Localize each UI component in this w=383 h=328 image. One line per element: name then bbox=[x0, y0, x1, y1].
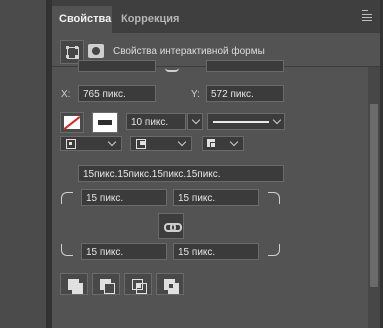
y-position-field[interactable]: 572 пикс. bbox=[206, 85, 284, 102]
top-left-radius-field[interactable]: 15 пикс. bbox=[81, 189, 167, 206]
subtract-front-shape-icon[interactable] bbox=[92, 273, 120, 295]
panel-section-title: Свойства интерактивной формы bbox=[113, 46, 265, 57]
exclude-overlap-icon[interactable] bbox=[156, 273, 184, 295]
x-label: X: bbox=[61, 89, 71, 100]
link-dimensions-icon[interactable] bbox=[165, 67, 179, 72]
combine-shapes-icon[interactable] bbox=[60, 273, 88, 295]
bottom-left-corner-icon bbox=[61, 244, 73, 256]
bottom-right-radius-field[interactable]: 15 пикс. bbox=[173, 243, 259, 260]
stroke-width-field[interactable]: 10 пикс. bbox=[126, 113, 186, 130]
height-field-clipped[interactable] bbox=[206, 60, 284, 72]
bottom-right-corner-icon bbox=[268, 244, 280, 256]
panel-menu-icon[interactable] bbox=[362, 10, 372, 21]
stroke-align-dropdown[interactable] bbox=[60, 136, 122, 151]
tab-adjustments[interactable]: Коррекция bbox=[116, 6, 206, 33]
width-field-clipped[interactable] bbox=[78, 60, 156, 72]
tab-properties[interactable]: Свойства bbox=[52, 6, 112, 33]
stroke-caps-dropdown[interactable] bbox=[130, 136, 192, 151]
y-label: Y: bbox=[191, 89, 200, 100]
intersect-shapes-icon[interactable] bbox=[124, 273, 152, 295]
fill-color-button[interactable] bbox=[60, 112, 84, 133]
top-right-radius-field[interactable]: 15 пикс. bbox=[173, 189, 259, 206]
top-left-corner-icon bbox=[61, 192, 73, 204]
bottom-left-radius-field[interactable]: 15 пикс. bbox=[81, 243, 167, 260]
stroke-corners-dropdown[interactable] bbox=[202, 136, 244, 151]
top-right-corner-icon bbox=[268, 192, 280, 204]
stroke-width-dropdown[interactable] bbox=[187, 113, 203, 130]
link-icon[interactable] bbox=[158, 213, 184, 239]
all-corners-radius-field[interactable]: 15пикс.15пикс.15пикс.15пикс. bbox=[78, 165, 284, 182]
scrollbar-thumb[interactable] bbox=[370, 104, 378, 287]
x-position-field[interactable]: 765 пикс. bbox=[78, 85, 156, 102]
left-panel-strip bbox=[0, 0, 46, 328]
mask-icon[interactable] bbox=[88, 44, 104, 58]
stroke-color-button[interactable] bbox=[92, 112, 118, 133]
stroke-style-dropdown[interactable] bbox=[207, 113, 285, 130]
